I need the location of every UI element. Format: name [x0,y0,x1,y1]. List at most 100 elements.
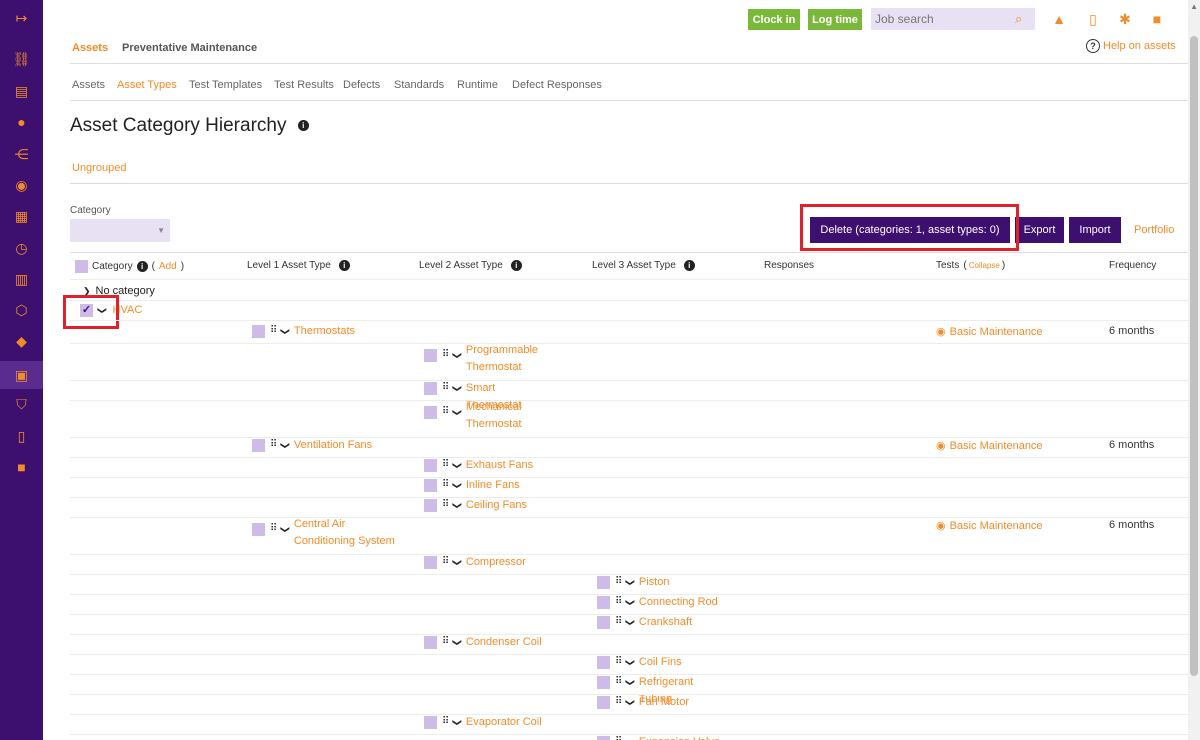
test-label[interactable]: Basic Maintenance [950,520,1043,532]
clock-icon[interactable]: ◷ [0,236,43,260]
clock-in-button[interactable]: Clock in [748,9,800,30]
asset-type-label[interactable]: Central Air Conditioning System [294,516,404,550]
test-label[interactable]: Basic Maintenance [950,326,1043,338]
asset-type-label[interactable]: Coil Fins [639,654,682,671]
chevron-down-icon[interactable]: ❯ [452,559,463,567]
asset-type-row-level2[interactable]: ⠿ ❯ Exhaust Fans [424,459,533,474]
asset-scan-icon[interactable]: ▣ [0,361,43,389]
eye-icon[interactable]: ◉ [936,519,946,532]
asset-type-label[interactable]: Compressor [466,554,526,571]
drag-handle-icon[interactable]: ⠿ [615,736,622,740]
info-icon[interactable]: i [510,260,522,271]
row-checkbox[interactable] [597,596,610,609]
subtab-defects[interactable]: Defects [343,79,380,91]
chevron-down-icon[interactable]: ❯ [625,699,636,707]
row-checkbox[interactable] [424,349,437,362]
asset-type-row-level2[interactable]: ⠿ ❯ Compressor [424,556,526,571]
chevron-down-icon[interactable]: ❯ [625,599,636,607]
scroll-up-icon[interactable]: ▲ [1190,2,1198,11]
job-search-field[interactable]: ⌕ [871,8,1035,30]
row-checkbox[interactable] [252,439,265,452]
chevron-down-icon[interactable]: ❯ [280,442,291,450]
row-checkbox[interactable] [597,736,610,740]
collapse-link[interactable]: Collapse [969,261,1000,270]
eye-icon[interactable]: ◉ [936,325,946,338]
drag-handle-icon[interactable]: ⠿ [615,616,622,627]
log-time-button[interactable]: Log time [808,9,862,30]
drag-handle-icon[interactable]: ⠿ [442,406,449,417]
module-tab-preventative-maintenance[interactable]: Preventative Maintenance [122,42,257,54]
asset-type-row-level3[interactable]: ⠿❯Expansion Valve [597,736,720,740]
asset-type-row-level3[interactable]: ⠿ ❯ Fan Motor [597,696,689,711]
asset-type-label[interactable]: Programmable Thermostat [466,342,551,376]
chevron-down-icon[interactable]: ❯ [625,659,636,667]
job-search-input[interactable] [875,12,1015,26]
shield-icon[interactable]: ⛉ [0,392,43,416]
drag-handle-icon[interactable]: ⠿ [442,382,449,393]
asset-type-row-level2[interactable]: ⠿ ❯ Condenser Coil [424,636,542,651]
asset-type-row-level1[interactable]: ⠿ ❯ Central Air Conditioning System [252,518,404,550]
asset-type-label[interactable]: Piston [639,574,670,591]
export-button[interactable]: Export [1015,217,1064,243]
help-link-label[interactable]: Help on assets [1103,40,1176,52]
asset-type-label[interactable]: Crankshaft [639,614,692,631]
search-icon[interactable]: ⌕ [1015,11,1022,27]
asset-type-label[interactable]: Expansion Valve [639,734,720,740]
asset-type-label[interactable]: Inline Fans [466,477,520,494]
chevron-down-icon[interactable]: ❯ [452,719,463,727]
chevron-down-icon[interactable]: ❯ [452,502,463,510]
row-checkbox[interactable] [424,556,437,569]
chevron-down-icon[interactable]: ❯ [452,462,463,470]
row-checkbox[interactable] [424,499,437,512]
asset-type-label[interactable]: Thermostats [294,323,355,340]
asset-type-row-level2[interactable]: ⠿ ❯ Evaporator Coil [424,716,542,731]
document-icon[interactable]: ▤ [0,79,43,103]
asset-type-row-level3[interactable]: ⠿ ❯ Coil Fins [597,656,682,671]
chevron-down-icon[interactable]: ❯ [280,328,291,336]
asset-type-row-level2[interactable]: ⠿ ❯ Mechanical Thermostat [424,401,551,433]
drag-handle-icon[interactable]: ⠿ [270,439,277,450]
asset-type-label[interactable]: Evaporator Coil [466,714,542,731]
chevron-down-icon[interactable]: ❯ [452,352,463,360]
row-checkbox[interactable] [424,406,437,419]
asset-type-row-level3[interactable]: ⠿ ❯ Crankshaft [597,616,692,631]
chevron-down-icon[interactable]: ❯ [625,579,636,587]
row-checkbox[interactable] [252,523,265,536]
asset-type-row-level1[interactable]: ⠿ ❯ Thermostats [252,325,355,340]
help-link[interactable]: ? Help on assets [1086,39,1176,53]
tag-icon[interactable]: ⛓ [0,47,43,71]
row-checkbox[interactable] [252,325,265,338]
asset-type-row-level1[interactable]: ⠿ ❯ Ventilation Fans [252,439,372,454]
bell-icon[interactable]: ▲ [1050,11,1068,27]
test-link[interactable]: ◉ Basic Maintenance [936,325,1043,339]
book-icon[interactable]: ■ [0,455,43,479]
chevron-down-icon[interactable]: ❯ [625,679,636,687]
asset-type-label[interactable]: Fan Motor [639,694,689,711]
asset-type-row-level2[interactable]: ⠿ ❯ Ceiling Fans [424,499,527,514]
info-icon[interactable]: i [338,260,350,271]
person-icon[interactable]: ● [0,110,43,134]
drag-handle-icon[interactable]: ⠿ [615,656,622,667]
module-tab-assets[interactable]: Assets [72,42,108,54]
mobile-icon[interactable]: ▯ [1084,11,1102,28]
clipboard-icon[interactable]: ▥ [0,267,43,291]
import-button[interactable]: Import [1069,217,1121,243]
drag-handle-icon[interactable]: ⠿ [615,676,622,687]
drag-handle-icon[interactable]: ⠿ [270,523,277,534]
test-label[interactable]: Basic Maintenance [950,440,1043,452]
row-checkbox[interactable] [424,459,437,472]
chevron-down-icon[interactable]: ❯ [452,385,463,393]
row-checkbox[interactable] [597,656,610,669]
gear-icon[interactable]: ✱ [1116,11,1134,28]
test-link[interactable]: ◉ Basic Maintenance [936,519,1043,533]
row-checkbox[interactable] [597,696,610,709]
row-checkbox[interactable] [597,676,610,689]
drag-handle-icon[interactable]: ⠿ [442,349,449,360]
asset-type-row-level3[interactable]: ⠿ ❯ Piston [597,576,669,591]
drag-handle-icon[interactable]: ⠿ [442,459,449,470]
book-icon[interactable]: ■ [1148,11,1166,27]
row-checkbox[interactable] [597,576,610,589]
chevron-down-icon[interactable]: ❯ [452,482,463,490]
price-tag-icon[interactable]: ◆ [0,329,43,353]
ungrouped-link[interactable]: Ungrouped [72,162,126,174]
